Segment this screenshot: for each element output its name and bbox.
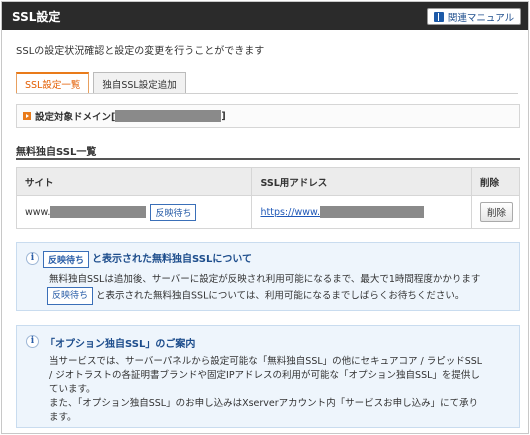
related-manual-button[interactable]: 関連マニュアル <box>427 8 521 25</box>
ssl-address-prefix: https://www. <box>260 206 320 218</box>
site-prefix: www. <box>25 206 51 218</box>
section-divider <box>16 158 520 160</box>
pending-info-heading: 反映待ち と表示された無料独自SSLについて <box>43 250 252 268</box>
pending-info-line2-wrap: 反映待ち と表示された無料独自SSLについては、利用可能になるまでしばらくお待ちく… <box>47 287 480 305</box>
free-ssl-list-title: 無料独自SSL一覧 <box>16 147 97 158</box>
ssl-address-link[interactable]: https://www. <box>260 206 424 218</box>
pending-badge: 反映待ち <box>43 250 90 268</box>
page-title: SSL設定 <box>12 10 61 24</box>
ssl-settings-panel: SSL設定 関連マニュアル SSLの設定状況確認と設定の変更を行うことができます… <box>1 1 529 434</box>
column-header-delete: 削除 <box>471 167 520 196</box>
option-ssl-line4: また、「オプション独自SSL」のお申し込みはXserverアカウント内「サービス… <box>49 398 479 409</box>
info-icon: i <box>26 252 39 265</box>
option-ssl-line3: ています。 <box>49 384 96 395</box>
book-icon <box>433 11 444 22</box>
target-domain-box: 設定対象ドメイン[ ] <box>16 104 520 128</box>
info-icon: i <box>26 335 39 348</box>
redacted-site <box>50 206 147 218</box>
option-ssl-line2: / ジオトラストの各証明書ブランドや固定IPアドレスの利用が可能な「オプション独… <box>49 370 480 381</box>
option-ssl-heading: 「オプション独自SSL」のご案内 <box>45 339 196 350</box>
delete-button[interactable]: 削除 <box>480 202 514 222</box>
delete-cell: 削除 <box>471 195 520 229</box>
intro-text: SSLの設定状況確認と設定の変更を行うことができます <box>16 46 265 57</box>
tab-add-custom-ssl[interactable]: 独自SSL設定追加 <box>93 72 186 94</box>
bullet-arrow-icon <box>23 112 31 120</box>
status-badge: 反映待ち <box>150 203 197 221</box>
column-header-ssl-address: SSL用アドレス <box>251 167 473 196</box>
option-ssl-info-box: i 「オプション独自SSL」のご案内 当サービスでは、サーバーパネルから設定可能… <box>16 325 520 428</box>
redacted-address <box>319 206 424 218</box>
column-header-site: サイト <box>15 167 253 196</box>
pending-info-body: 無料独自SSLは追加後、サーバーに設定が反映され利用可能になるまで、最大で1時間… <box>47 273 481 305</box>
table-row: www. 反映待ち https://www. 削除 <box>15 195 520 229</box>
related-manual-label: 関連マニュアル <box>447 12 515 24</box>
target-domain-label: 設定対象ドメイン[ <box>35 112 116 123</box>
pending-badge-inline: 反映待ち <box>47 287 94 305</box>
pending-info-box: i 反映待ち と表示された無料独自SSLについて 無料独自SSLは追加後、サーバー… <box>16 242 520 311</box>
free-ssl-table: サイト SSL用アドレス 削除 www. 反映待ち https://www. 削除 <box>15 167 520 229</box>
target-domain-bracket: ] <box>221 110 226 122</box>
pending-info-line1: 無料独自SSLは追加後、サーバーに設定が反映され利用可能になるまで、最大で1時間… <box>49 274 481 285</box>
tab-bar: SSL設定一覧 独自SSL設定追加 <box>16 72 186 94</box>
ssl-address-cell: https://www. <box>251 195 473 229</box>
site-cell: www. 反映待ち <box>15 195 253 229</box>
option-ssl-line1: 当サービスでは、サーバーパネルから設定可能な「無料独自SSL」の他にセキュアコア… <box>49 356 483 367</box>
option-ssl-body: 当サービスでは、サーバーパネルから設定可能な「無料独自SSL」の他にセキュアコア… <box>49 355 482 425</box>
pending-info-line2: と表示された無料独自SSLについては、利用可能になるまでしばらくお待ちください。 <box>96 290 465 302</box>
redacted-domain <box>115 110 222 122</box>
tab-ssl-list[interactable]: SSL設定一覧 <box>16 72 90 94</box>
table-header-row: サイト SSL用アドレス 削除 <box>15 167 520 196</box>
tab-divider <box>16 93 518 94</box>
option-ssl-line5: ます。 <box>49 412 77 423</box>
pending-info-heading-text: と表示された無料独自SSLについて <box>92 254 253 265</box>
title-bar: SSL設定 関連マニュアル <box>2 2 528 30</box>
